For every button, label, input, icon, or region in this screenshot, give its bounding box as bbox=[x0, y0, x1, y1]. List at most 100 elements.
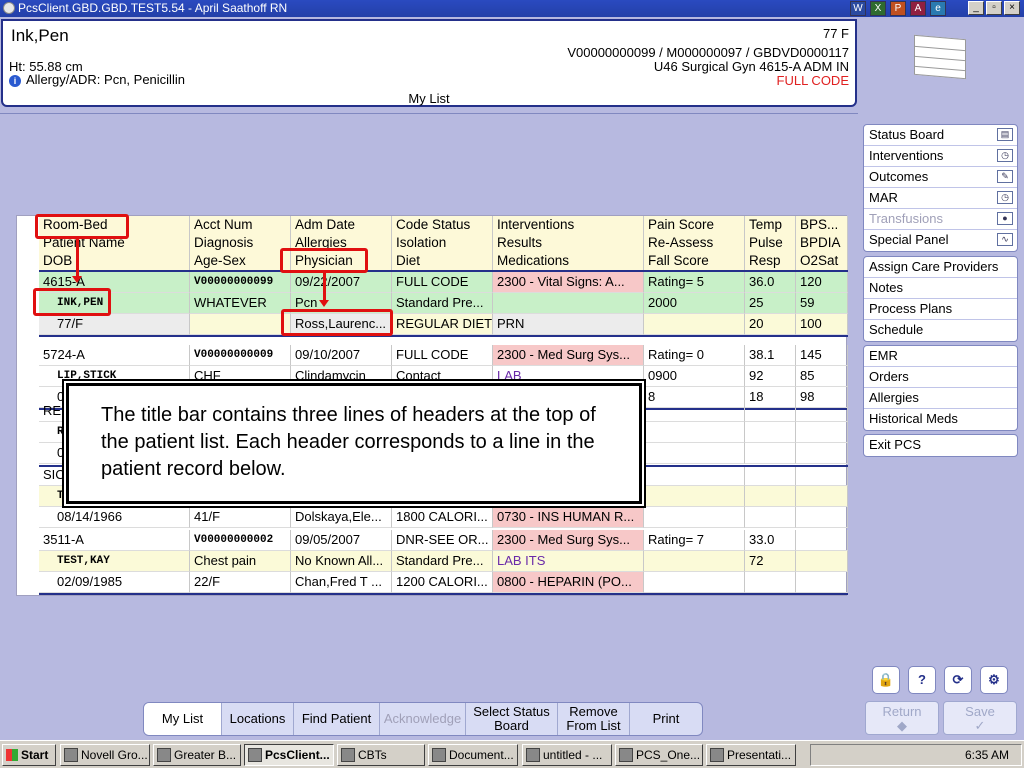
access-icon[interactable]: A bbox=[910, 1, 926, 16]
header-acct-num[interactable]: Acct Num bbox=[190, 216, 291, 234]
table-row[interactable]: 77/F Ross,Laurenc... REGULAR DIET PRN 20 100 bbox=[17, 314, 848, 335]
save-button[interactable]: Save ✓ bbox=[943, 701, 1017, 735]
cell-adm-date[interactable]: 09/05/2007 bbox=[291, 530, 392, 551]
tab-find-patient[interactable]: Find Patient bbox=[294, 703, 380, 735]
lock-button[interactable]: 🔒 bbox=[872, 666, 900, 694]
header-pain-score[interactable]: Fall Score bbox=[644, 252, 745, 270]
cell-code-status[interactable]: Standard Pre... bbox=[392, 551, 493, 572]
cell-acct-num[interactable]: WHATEVER bbox=[190, 293, 291, 314]
table-row[interactable]: 5724-A V00000000009 09/10/2007 FULL CODE 230… bbox=[17, 345, 848, 366]
return-button[interactable]: Return ◆ bbox=[865, 701, 939, 735]
cell-code-status[interactable]: Standard Pre... bbox=[392, 293, 493, 314]
header-code-status[interactable]: Diet bbox=[392, 252, 493, 270]
cell-adm-date[interactable]: 09/22/2007 bbox=[291, 272, 392, 293]
cell-acct-num[interactable]: 22/F bbox=[190, 572, 291, 593]
side-btn-schedule[interactable]: Schedule bbox=[864, 320, 1017, 341]
help-button[interactable]: ? bbox=[908, 666, 936, 694]
settings-button[interactable]: ⚙ bbox=[980, 666, 1008, 694]
word-icon[interactable]: W bbox=[850, 1, 866, 16]
cell-acct-num[interactable]: 41/F bbox=[190, 507, 291, 528]
cell-acct-num[interactable]: V00000000009 bbox=[190, 345, 291, 366]
cell-adm-date[interactable]: Chan,Fred T ... bbox=[291, 572, 392, 593]
cell-acct-num[interactable]: Chest pain bbox=[190, 551, 291, 572]
cell-code-status[interactable]: 1200 CALORI... bbox=[392, 572, 493, 593]
table-row[interactable]: 3511-A V00000000002 09/05/2007 DNR-SEE OR..… bbox=[17, 530, 848, 551]
cell-acct-num[interactable]: V00000000099 bbox=[190, 272, 291, 293]
close-button[interactable]: × bbox=[1004, 1, 1020, 15]
cell-acct-num[interactable]: V00000000002 bbox=[190, 530, 291, 551]
header-pain-score[interactable]: Re-Assess bbox=[644, 234, 745, 252]
header-bps[interactable]: BPDIA bbox=[796, 234, 848, 252]
spreadsheet-icon[interactable] bbox=[914, 34, 966, 80]
side-btn-historical-meds[interactable]: Historical Meds bbox=[864, 409, 1017, 430]
taskbar-item[interactable]: Presentati... bbox=[706, 744, 796, 766]
taskbar-item[interactable]: Document... bbox=[428, 744, 518, 766]
cell-adm-date[interactable]: No Known All... bbox=[291, 551, 392, 572]
header-acct-num[interactable]: Age-Sex bbox=[190, 252, 291, 270]
cell-code-status[interactable]: 1800 CALORI... bbox=[392, 507, 493, 528]
header-temp[interactable]: Pulse bbox=[745, 234, 796, 252]
start-button[interactable]: Start bbox=[2, 744, 56, 766]
header-room-bed[interactable]: DOB bbox=[39, 252, 190, 270]
side-btn-emr[interactable]: EMR bbox=[864, 346, 1017, 367]
side-btn-allergies[interactable]: Allergies bbox=[864, 388, 1017, 409]
cell-room-bed[interactable]: 77/F bbox=[39, 314, 190, 335]
taskbar-item[interactable]: untitled - ... bbox=[522, 744, 612, 766]
table-row[interactable]: INK,PEN WHATEVER Pcn Standard Pre... 2000 25 5… bbox=[17, 293, 848, 314]
tab-remove-from-list[interactable]: Remove From List bbox=[558, 703, 630, 735]
side-btn-status-board[interactable]: Status Board ▤ bbox=[864, 125, 1017, 146]
header-bps[interactable]: BPS... bbox=[796, 216, 848, 234]
header-code-status[interactable]: Isolation bbox=[392, 234, 493, 252]
cell-code-status[interactable]: REGULAR DIET bbox=[392, 314, 493, 335]
header-code-status[interactable]: Code Status bbox=[392, 216, 493, 234]
taskbar-item[interactable]: Greater B... bbox=[153, 744, 241, 766]
cell-room-bed[interactable]: 3511-A bbox=[39, 530, 190, 551]
powerpoint-icon[interactable]: P bbox=[890, 1, 906, 16]
taskbar-item[interactable]: Novell Gro... bbox=[60, 744, 150, 766]
side-btn-outcomes[interactable]: Outcomes ✎ bbox=[864, 167, 1017, 188]
table-row[interactable]: TEST,KAY Chest pain No Known All... Standar… bbox=[17, 551, 848, 572]
side-btn-assign-care-providers[interactable]: Assign Care Providers bbox=[864, 257, 1017, 278]
ie-icon[interactable]: e bbox=[930, 1, 946, 16]
cell-room-bed[interactable]: 08/14/1966 bbox=[39, 507, 190, 528]
tab-print[interactable]: Print bbox=[630, 703, 702, 735]
header-acct-num[interactable]: Diagnosis bbox=[190, 234, 291, 252]
cell-room-bed[interactable]: TEST,KAY bbox=[39, 551, 190, 572]
table-row[interactable]: 08/14/1966 41/F Dolskaya,Ele... 1800 CALORI… bbox=[17, 507, 848, 528]
side-btn-mar[interactable]: MAR ◷ bbox=[864, 188, 1017, 209]
taskbar-item[interactable]: CBTs bbox=[337, 744, 425, 766]
cell-code-status[interactable]: FULL CODE bbox=[392, 272, 493, 293]
side-btn-interventions[interactable]: Interventions ◷ bbox=[864, 146, 1017, 167]
tab-locations[interactable]: Locations bbox=[222, 703, 294, 735]
header-temp[interactable]: Resp bbox=[745, 252, 796, 270]
side-btn-orders[interactable]: Orders bbox=[864, 367, 1017, 388]
header-interventions[interactable]: Interventions bbox=[493, 216, 644, 234]
table-row[interactable]: 02/09/1985 22/F Chan,Fred T ... 1200 CALORI… bbox=[17, 572, 848, 593]
header-bps[interactable]: O2Sat bbox=[796, 252, 848, 270]
taskbar-item[interactable]: PCS_One... bbox=[615, 744, 703, 766]
side-btn-process-plans[interactable]: Process Plans bbox=[864, 299, 1017, 320]
header-pain-score[interactable]: Pain Score bbox=[644, 216, 745, 234]
excel-icon[interactable]: X bbox=[870, 1, 886, 16]
side-btn-exit-pcs[interactable]: Exit PCS bbox=[864, 435, 1017, 456]
table-row[interactable]: 4615-A V00000000099 09/22/2007 FULL CODE 230… bbox=[17, 272, 848, 293]
cell-adm-date[interactable]: Dolskaya,Ele... bbox=[291, 507, 392, 528]
header-adm-date[interactable]: Adm Date bbox=[291, 216, 392, 234]
taskbar-item[interactable]: PcsClient... bbox=[244, 744, 334, 766]
minimize-button[interactable]: _ bbox=[968, 1, 984, 15]
cell-room-bed[interactable]: 02/09/1985 bbox=[39, 572, 190, 593]
header-interventions[interactable]: Results bbox=[493, 234, 644, 252]
tab-select-status-board[interactable]: Select Status Board bbox=[466, 703, 558, 735]
header-interventions[interactable]: Medications bbox=[493, 252, 644, 270]
header-temp[interactable]: Temp bbox=[745, 216, 796, 234]
restore-button[interactable]: ▫ bbox=[986, 1, 1002, 15]
cell-code-status[interactable]: FULL CODE bbox=[392, 345, 493, 366]
tab-my-list[interactable]: My List bbox=[144, 703, 222, 735]
cell-acct-num[interactable] bbox=[190, 314, 291, 335]
refresh-button[interactable]: ⟳ bbox=[944, 666, 972, 694]
cell-code-status[interactable]: DNR-SEE OR... bbox=[392, 530, 493, 551]
info-icon[interactable]: i bbox=[9, 75, 21, 87]
side-btn-special-panel[interactable]: Special Panel ∿ bbox=[864, 230, 1017, 251]
cell-room-bed[interactable]: 5724-A bbox=[39, 345, 190, 366]
side-btn-notes[interactable]: Notes bbox=[864, 278, 1017, 299]
